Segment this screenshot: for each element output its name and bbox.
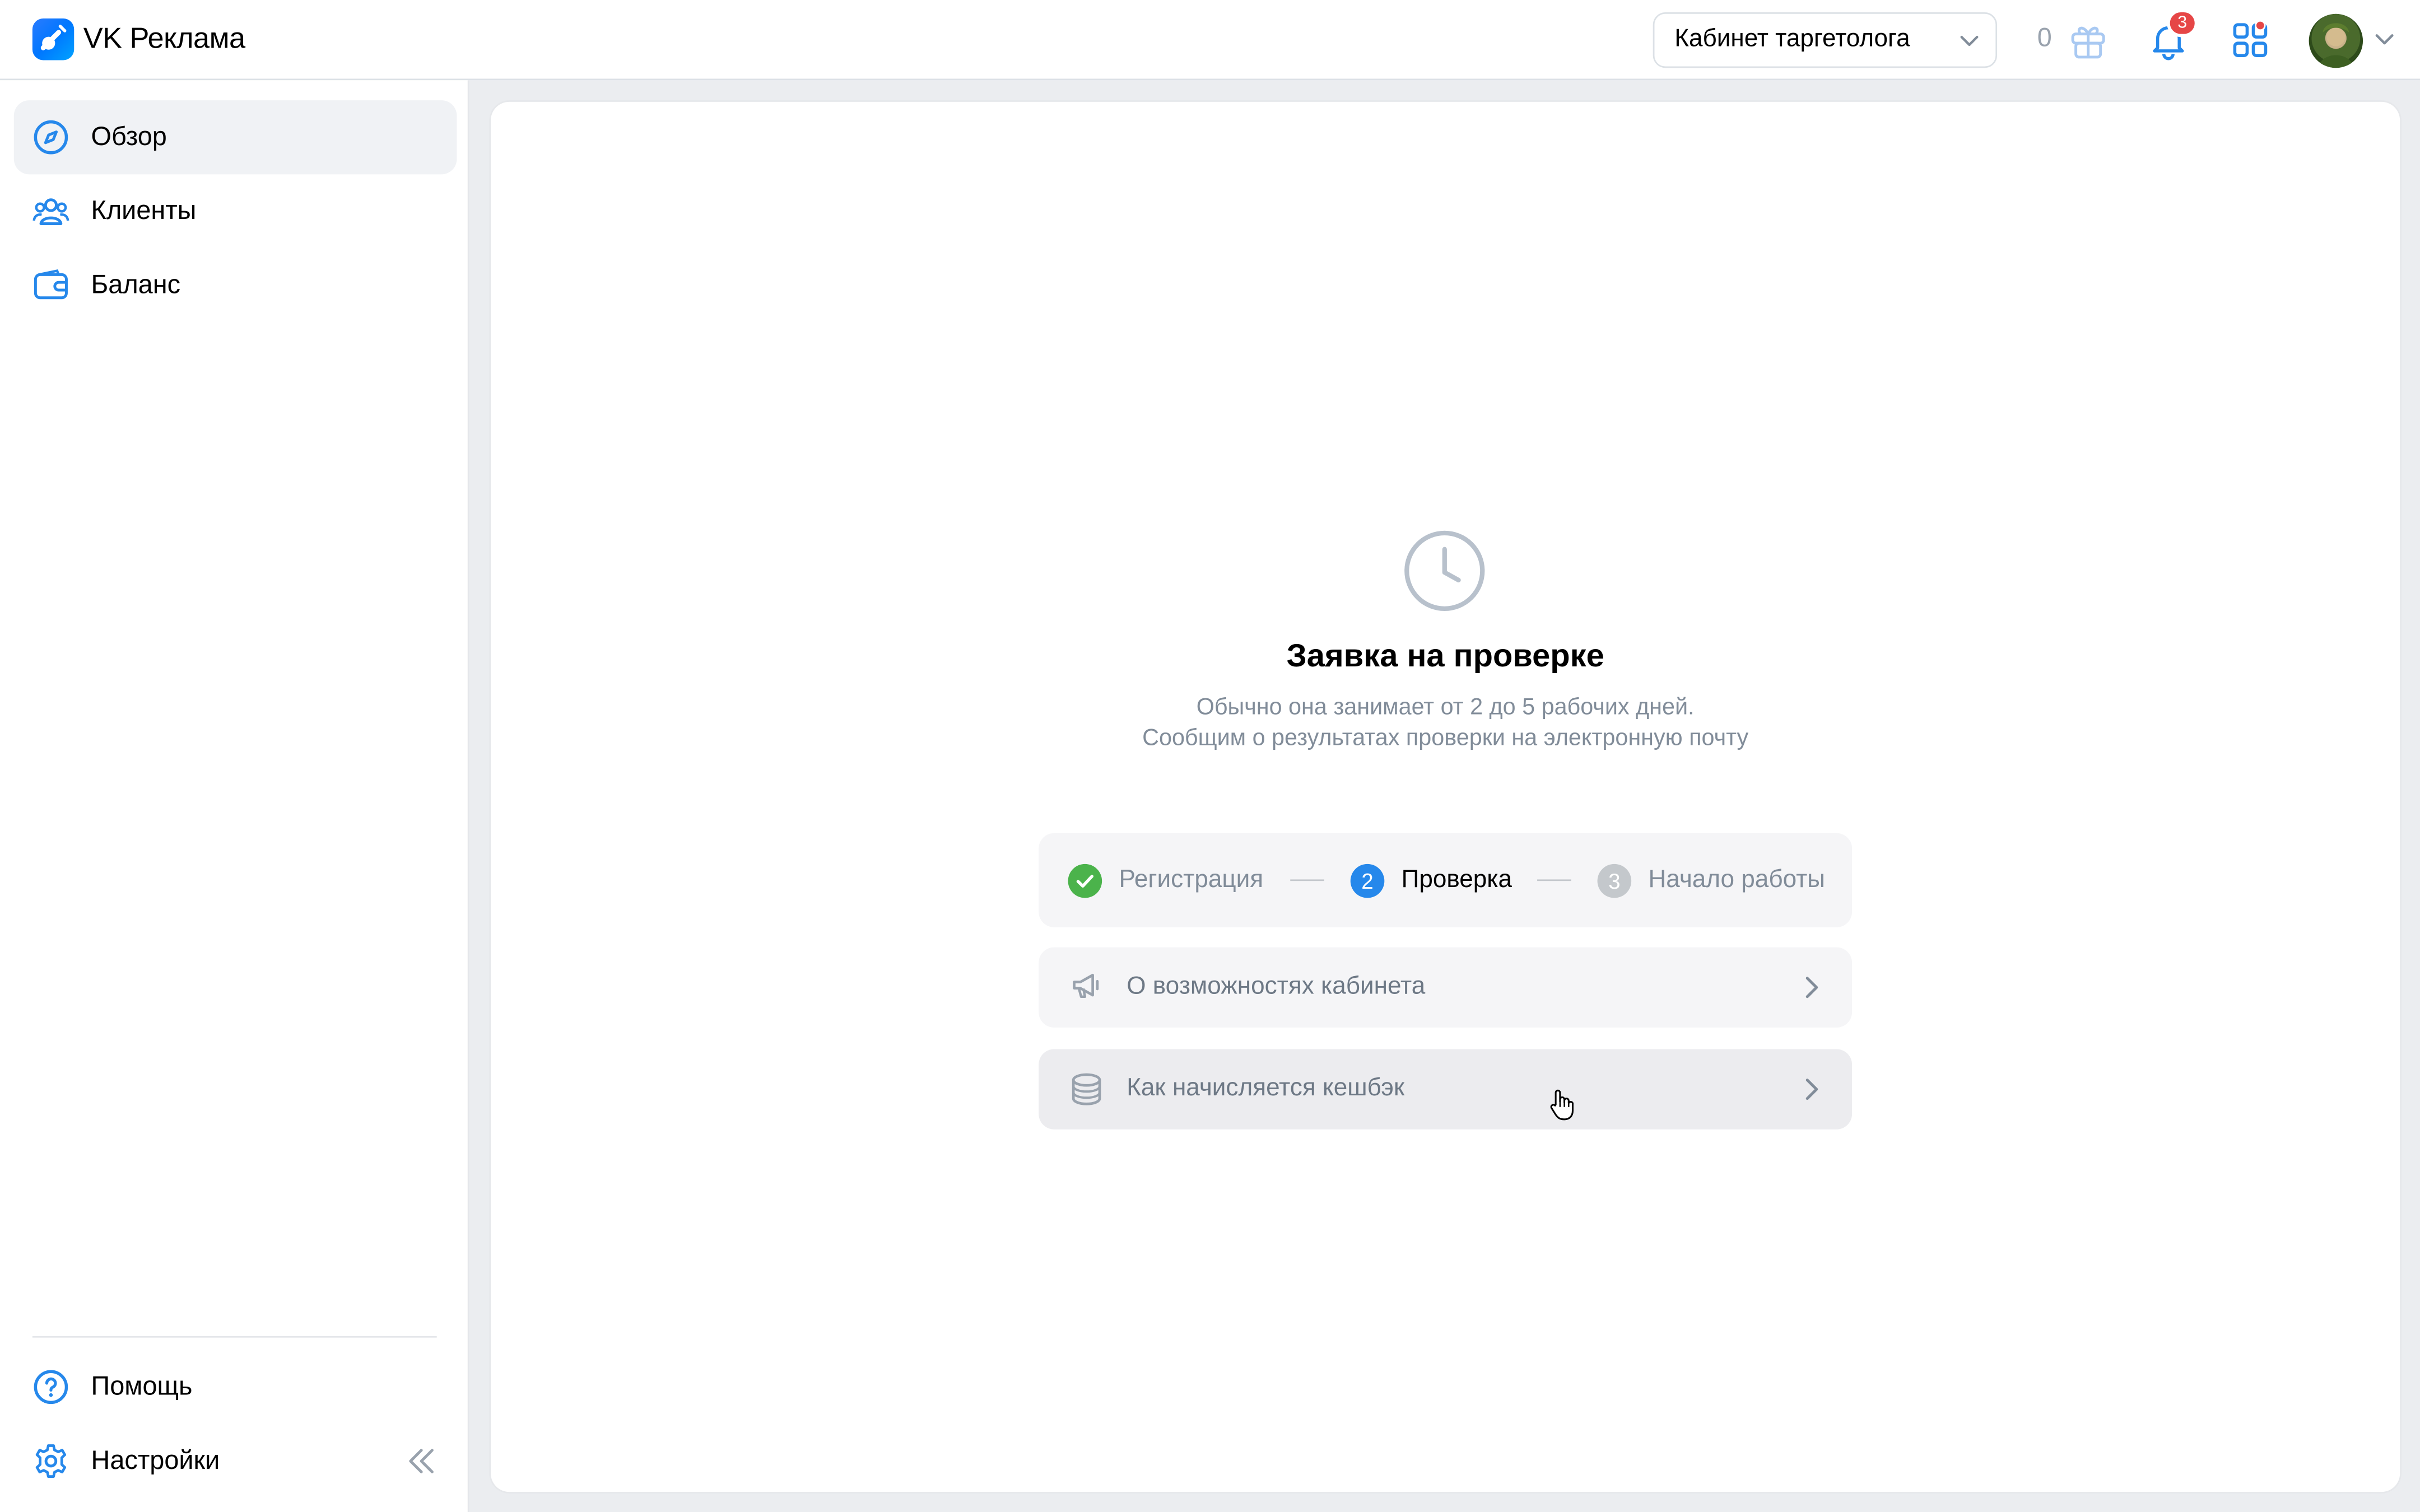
brand-name: VK Реклама [83,22,245,55]
action-label: Как начисляется кешбэк [1127,1075,1405,1102]
onboarding-stepper: Регистрация 2 Проверка 3 Начало работы [1039,833,1853,927]
sidebar: Обзор Клиенты Баланс Помощь Настройки [0,80,469,1512]
step-registration: Регистрация [1068,833,1264,927]
sidebar-divider [32,1336,437,1338]
coins-icon [1069,1071,1104,1116]
hand-cursor-icon [1548,1088,1576,1129]
check-circle-icon [1068,863,1102,898]
chevron-down-icon [1958,29,1980,58]
top-header: VK Реклама Кабинет таргетолога 0 3 [0,0,2420,81]
help-circle-icon [32,1369,69,1406]
brand-logo[interactable]: VK Реклама [32,18,245,60]
cashback-info-link[interactable]: Как начисляется кешбэк [1039,1049,1853,1130]
gift-count: 0 [2037,23,2052,53]
sidebar-item-help[interactable]: Помощь [14,1350,457,1424]
sidebar-item-settings[interactable]: Настройки [14,1424,457,1498]
vk-ads-logo-icon [32,18,75,60]
step-review: 2 Проверка [1350,833,1513,927]
chevron-right-icon [1799,973,1824,1009]
sidebar-item-label: Настройки [91,1445,220,1475]
megaphone-icon [1069,969,1104,1010]
step-start: 3 Начало работы [1597,833,1825,927]
collapse-sidebar-icon[interactable] [404,1444,439,1486]
sidebar-item-overview[interactable]: Обзор [13,100,457,175]
cabinet-features-link[interactable]: О возможностях кабинета [1039,947,1853,1028]
cabinet-selector[interactable]: Кабинет таргетолога [1653,12,1998,68]
apps-indicator-dot [2255,20,2266,31]
step-separator [1290,879,1324,881]
chevron-down-icon[interactable] [2374,28,2395,57]
wallet-icon [32,267,69,304]
sidebar-item-clients[interactable]: Клиенты [14,174,457,248]
step-label: Проверка [1401,866,1513,893]
step-number: 3 [1597,863,1632,898]
users-icon [32,193,69,230]
app-root: VK Реклама Кабинет таргетолога 0 3 Обзор… [0,0,2420,1512]
notifications-badge: 3 [2167,9,2198,38]
status-description-line1: Обычно она занимает от 2 до 5 рабочих дн… [1196,694,1695,721]
cabinet-selector-value: Кабинет таргетолога [1674,26,1910,53]
sidebar-item-label: Баланс [91,270,181,300]
chevron-right-icon [1799,1075,1824,1110]
sidebar-item-balance[interactable]: Баланс [14,249,457,323]
compass-icon [32,119,69,156]
action-label: О возможностях кабинета [1127,973,1426,1000]
step-label: Регистрация [1119,866,1264,893]
clock-icon [1403,529,1486,620]
status-description-line2: Сообщим о результатах проверки на электр… [1142,725,1749,752]
main-panel [491,101,2400,1492]
sidebar-item-label: Клиенты [91,195,197,226]
sidebar-item-label: Помощь [91,1371,193,1401]
gear-icon [32,1443,69,1480]
step-number: 2 [1350,863,1385,898]
avatar[interactable] [2309,13,2363,68]
sidebar-item-label: Обзор [91,122,167,151]
step-separator [1537,879,1571,881]
page-title: Заявка на проверке [1286,638,1604,674]
step-label: Начало работы [1648,866,1825,893]
gift-icon[interactable] [2067,18,2110,69]
